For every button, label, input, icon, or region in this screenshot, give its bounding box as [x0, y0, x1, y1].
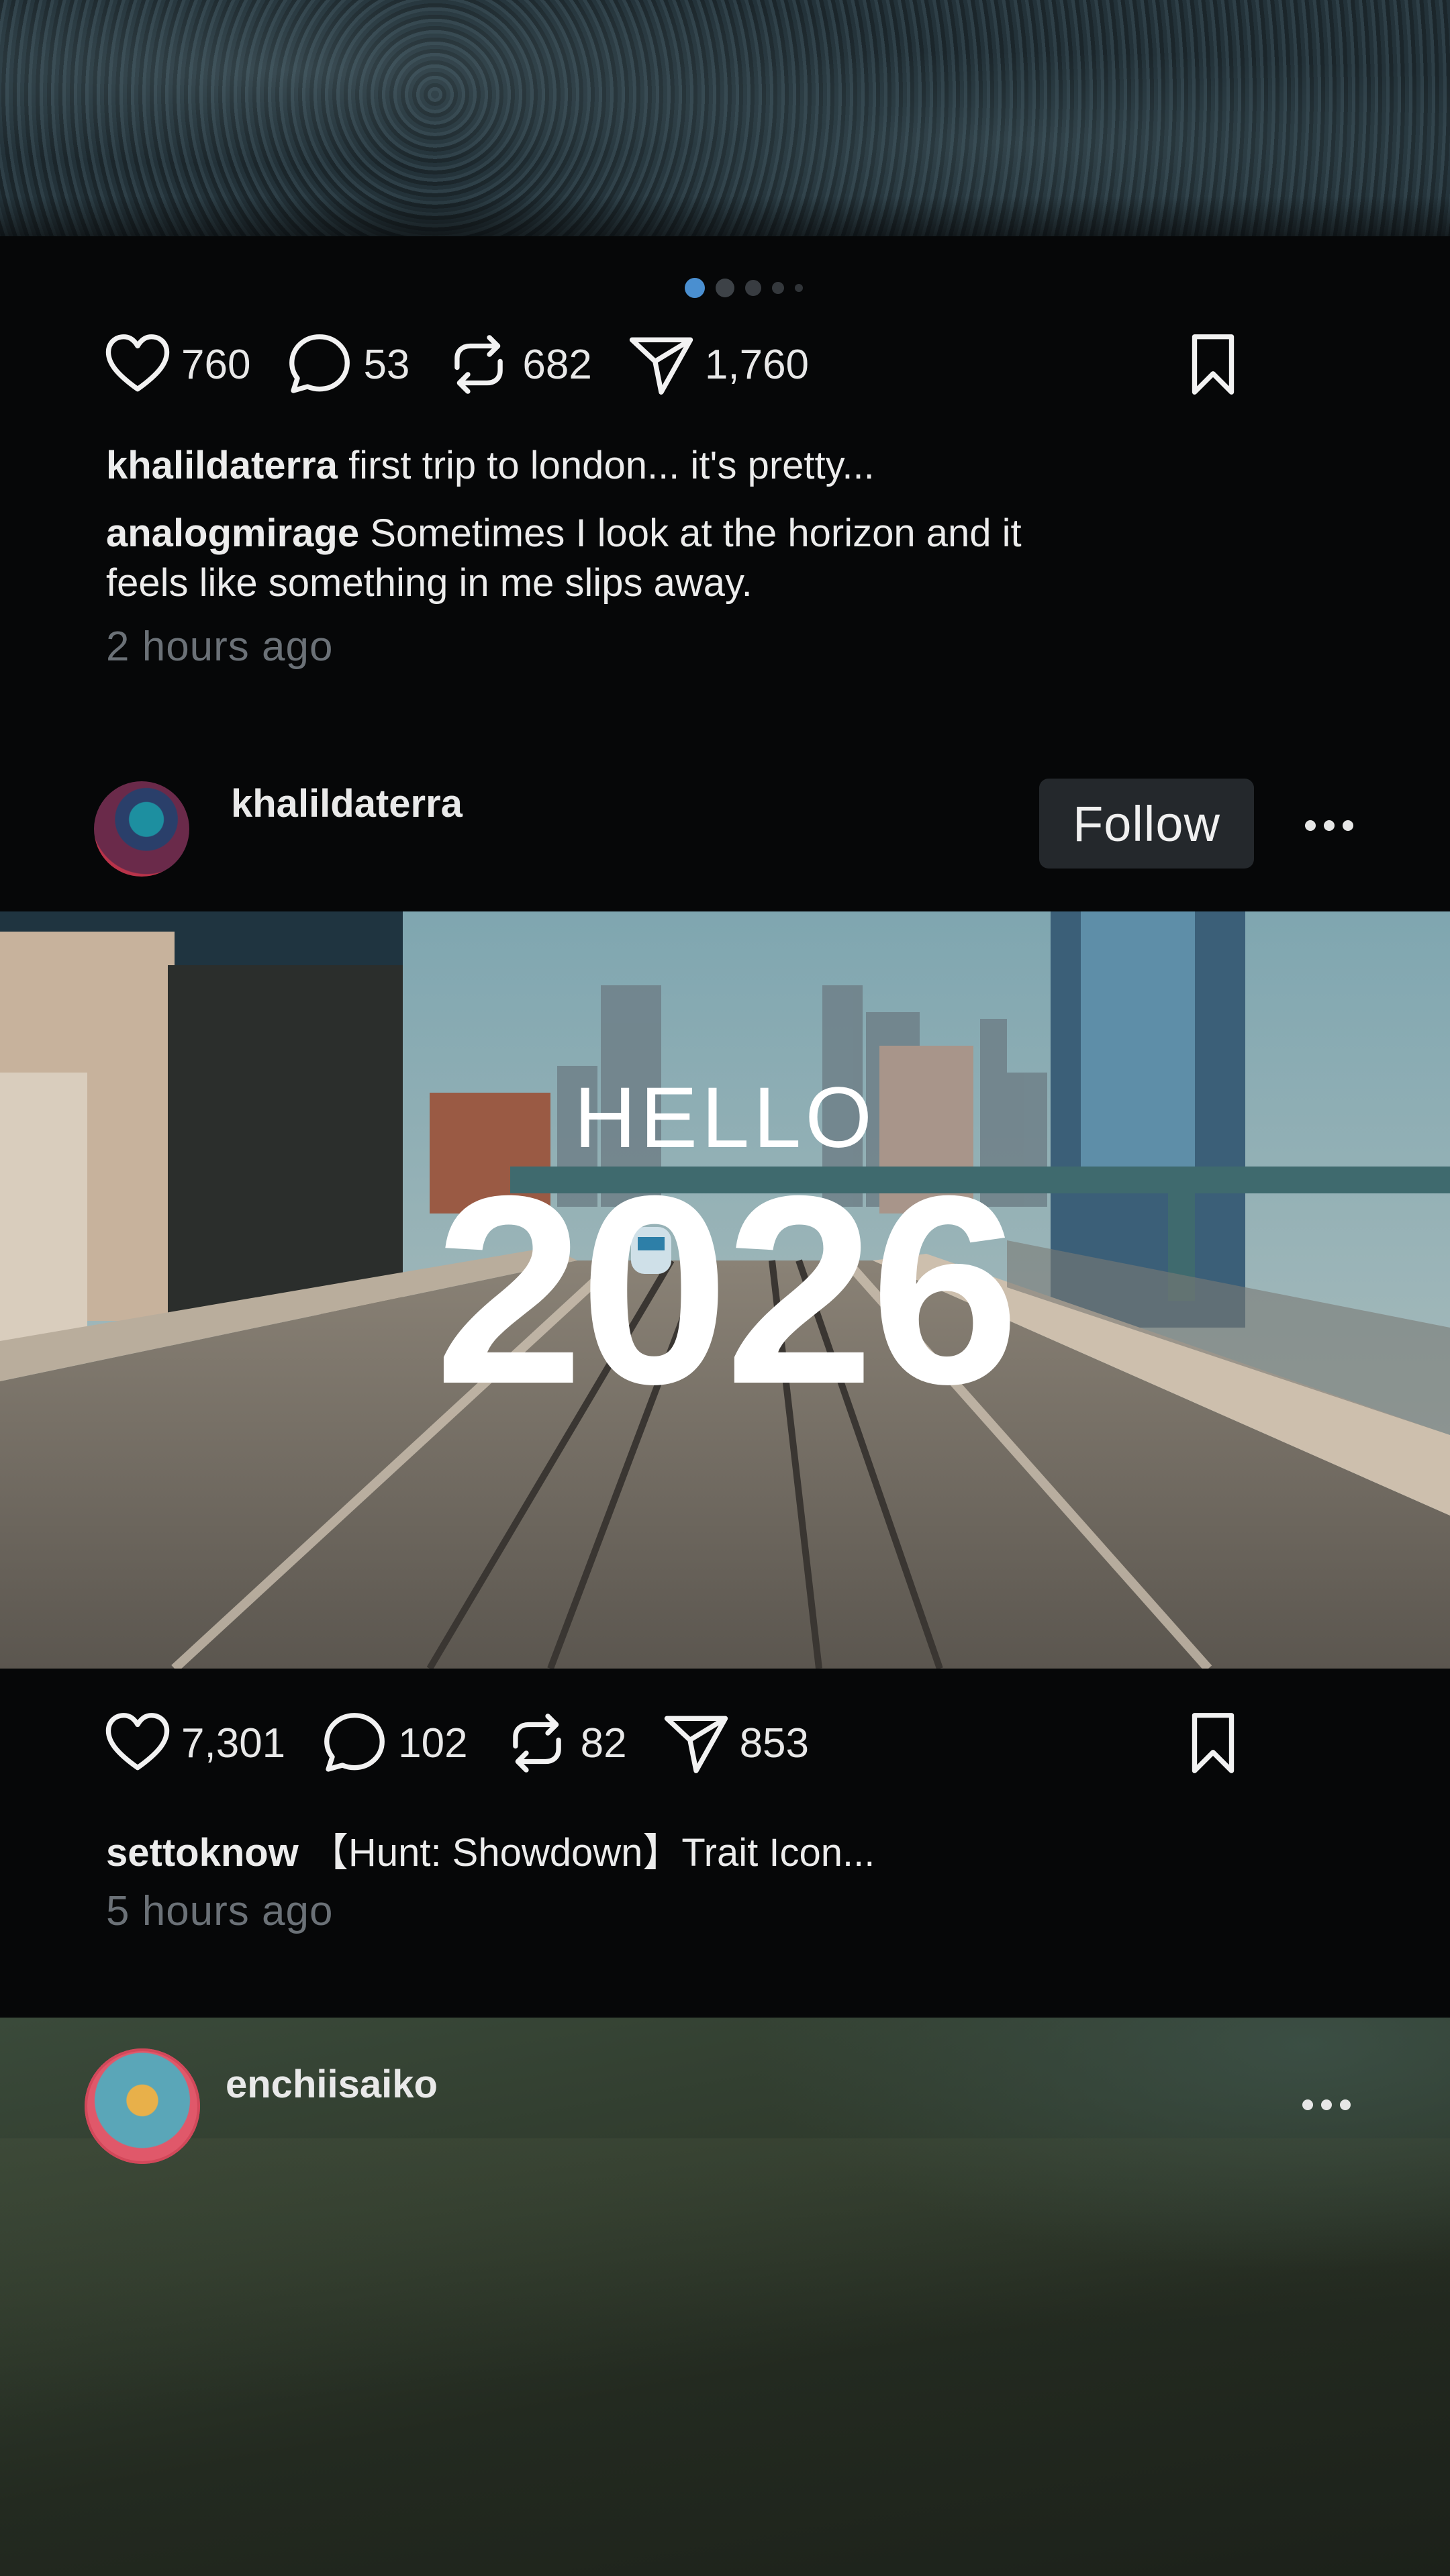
send-icon [664, 1716, 728, 1773]
caption-username[interactable]: khalildaterra [106, 444, 338, 487]
carousel-dot [772, 282, 784, 294]
post1-top-comment[interactable]: analogmirage Sometimes I look at the hor… [106, 509, 1022, 608]
repost-icon [512, 1714, 561, 1773]
post2-action-bar: 7,301 102 82 853 [101, 1706, 841, 1780]
post-image-dunes[interactable] [0, 2018, 1450, 2576]
carousel-dot [795, 284, 803, 292]
bookmark-icon[interactable] [1176, 1706, 1250, 1780]
carousel-dot [716, 279, 734, 297]
comment-username[interactable]: analogmirage [106, 511, 359, 555]
share-button[interactable]: 853 [659, 1706, 809, 1780]
like-count: 760 [181, 341, 251, 388]
avatar[interactable] [94, 781, 189, 877]
more-options-icon[interactable] [1305, 820, 1353, 831]
post2-caption[interactable]: settoknow 【Hunt: Showdown】Trait Icon... [106, 1828, 875, 1878]
caption-text: first trip to london... it's pretty... [337, 444, 875, 487]
post1-caption[interactable]: khalildaterra first trip to london... it… [106, 441, 875, 491]
repost-button[interactable]: 682 [442, 328, 592, 401]
repost-count: 682 [522, 341, 592, 388]
heart-icon [105, 334, 170, 392]
post-image-rocks[interactable] [0, 0, 1450, 236]
avatar[interactable] [85, 2048, 200, 2164]
post2-timestamp: 5 hours ago [106, 1888, 334, 1934]
heart-icon [105, 1713, 170, 1771]
bookmark-icon[interactable] [1176, 328, 1250, 401]
like-button[interactable]: 760 [101, 328, 250, 401]
follow-button[interactable]: Follow [1039, 779, 1254, 869]
like-button[interactable]: 7,301 [101, 1706, 285, 1780]
share-button[interactable]: 1,760 [624, 328, 809, 401]
repost-icon [454, 335, 503, 394]
comment-text-line1: Sometimes I look at the horizon and it [359, 511, 1022, 555]
comment-count: 53 [363, 341, 410, 388]
share-count: 1,760 [704, 341, 810, 388]
carousel-indicator [685, 278, 803, 298]
repost-button[interactable]: 82 [500, 1706, 627, 1780]
post3-username[interactable]: enchiisaiko [226, 2062, 438, 2107]
post1-action-bar: 760 53 682 1,760 [101, 328, 841, 401]
comment-count: 102 [398, 1720, 468, 1767]
more-options-icon[interactable] [1302, 2099, 1351, 2110]
like-count: 7,301 [181, 1720, 286, 1767]
carousel-dot [745, 280, 761, 296]
post2-username[interactable]: khalildaterra [231, 781, 463, 826]
comment-button[interactable]: 53 [283, 328, 409, 401]
overlay-year-text: 2026 [434, 1140, 1020, 1440]
carousel-dot-active [685, 278, 705, 298]
share-count: 853 [739, 1720, 810, 1767]
comment-icon [324, 1713, 385, 1772]
caption-username[interactable]: settoknow [106, 1831, 299, 1875]
comment-icon [289, 334, 350, 393]
comment-button[interactable]: 102 [318, 1706, 468, 1780]
post1-timestamp: 2 hours ago [106, 624, 334, 670]
comment-text-line2: feels like something in me slips away. [106, 561, 753, 605]
caption-text: 【Hunt: Showdown】Trait Icon... [298, 1831, 875, 1875]
repost-count: 82 [580, 1720, 627, 1767]
send-icon [629, 337, 693, 395]
